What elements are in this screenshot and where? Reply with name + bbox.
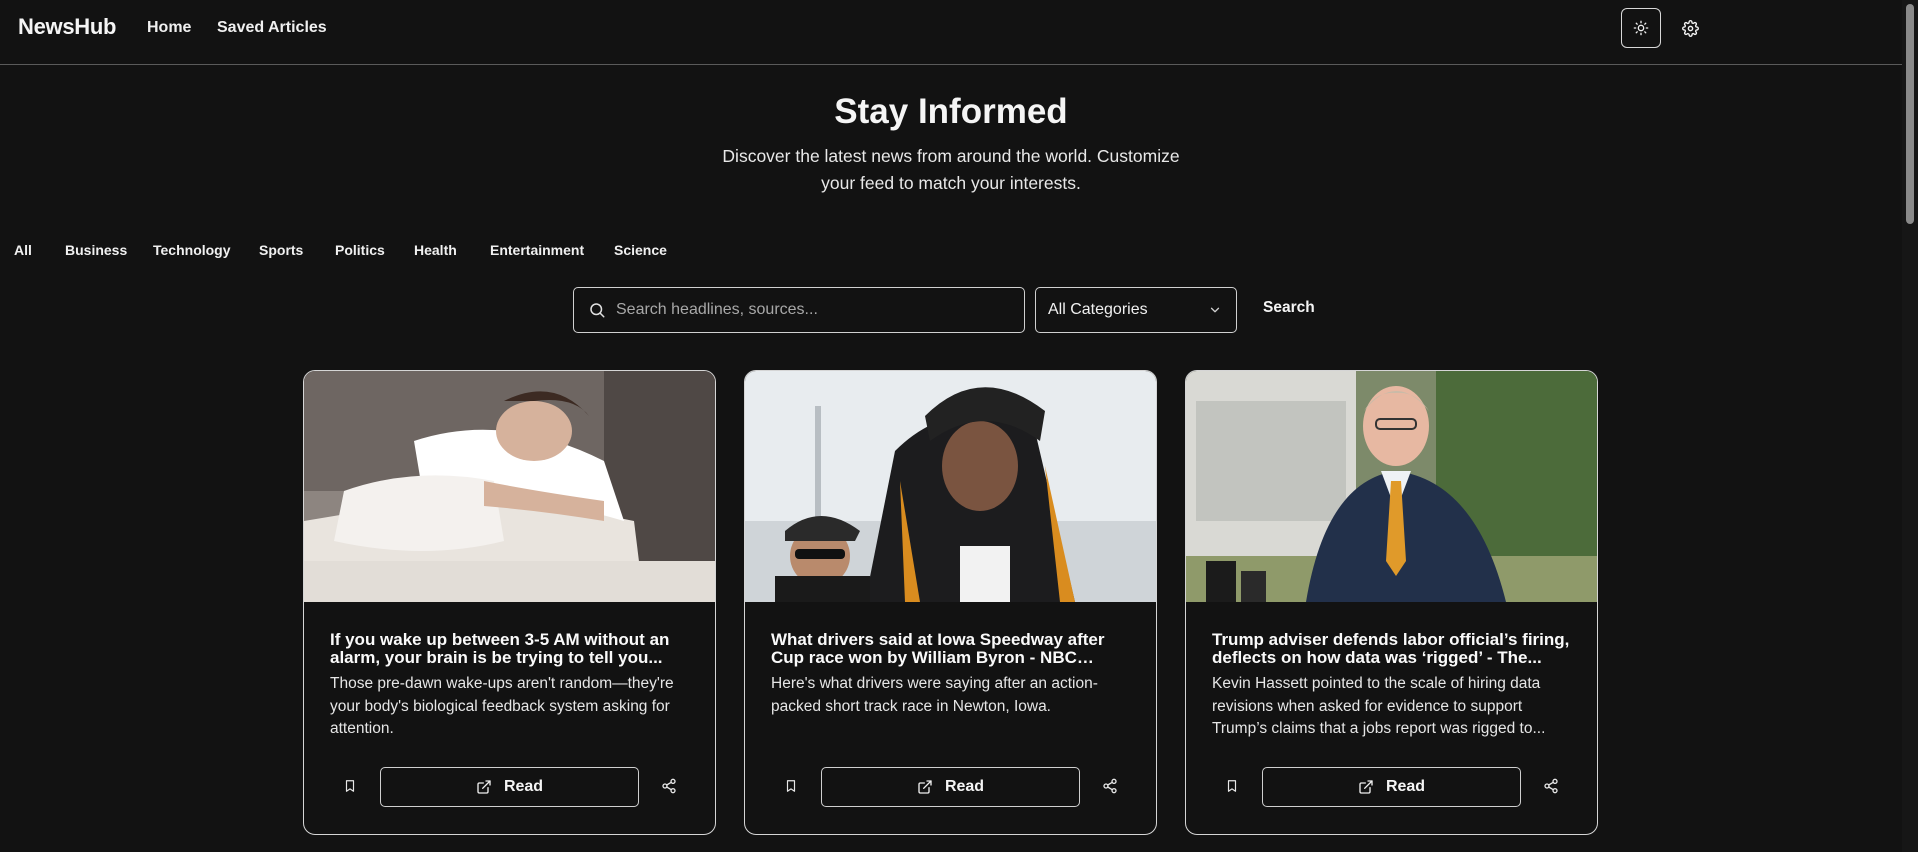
- tab-health[interactable]: Health: [414, 242, 457, 258]
- share-button[interactable]: [659, 776, 679, 796]
- read-button[interactable]: Read: [380, 767, 639, 807]
- external-link-icon: [1358, 779, 1374, 795]
- search-input[interactable]: [616, 301, 1006, 319]
- tab-science[interactable]: Science: [614, 242, 667, 258]
- read-button[interactable]: Read: [1262, 767, 1521, 807]
- article-image[interactable]: [1186, 371, 1597, 602]
- read-button[interactable]: Read: [821, 767, 1080, 807]
- read-button-label: Read: [1385, 778, 1426, 795]
- article-card: Trump adviser defends labor official’s f…: [1185, 370, 1598, 835]
- theme-toggle-button[interactable]: [1621, 8, 1661, 48]
- category-select[interactable]: All Categories: [1035, 287, 1237, 333]
- share-icon: [1543, 778, 1559, 794]
- nav-saved-articles-link[interactable]: Saved Articles: [217, 19, 327, 37]
- share-icon: [661, 778, 677, 794]
- article-description: Kevin Hassett pointed to the scale of hi…: [1212, 675, 1546, 737]
- share-icon: [1102, 778, 1118, 794]
- top-navbar: NewsHub Home Saved Articles: [0, 0, 1902, 65]
- settings-button[interactable]: [1676, 14, 1704, 42]
- bookmark-icon: [343, 778, 357, 794]
- article-image[interactable]: [745, 371, 1156, 602]
- bookmark-button[interactable]: [781, 776, 801, 796]
- external-link-icon: [917, 779, 933, 795]
- chevron-down-icon: [1208, 303, 1222, 317]
- share-button[interactable]: [1100, 776, 1120, 796]
- sun-icon: [1633, 20, 1649, 36]
- read-button-label: Read: [944, 778, 985, 795]
- bookmark-button[interactable]: [1222, 776, 1242, 796]
- read-button-label: Read: [503, 778, 544, 795]
- search-button[interactable]: Search: [1263, 299, 1315, 317]
- bookmark-icon: [1225, 778, 1239, 794]
- category-select-value: All Categories: [1048, 301, 1148, 318]
- bookmark-icon: [784, 778, 798, 794]
- tab-politics[interactable]: Politics: [335, 242, 385, 258]
- share-button[interactable]: [1541, 776, 1561, 796]
- article-title[interactable]: What drivers said at Iowa Speedway after…: [771, 631, 1131, 667]
- gear-icon: [1681, 19, 1699, 37]
- article-image[interactable]: [304, 371, 715, 602]
- hero-subtitle: Discover the latest news from around the…: [722, 146, 1180, 193]
- brand-logo[interactable]: NewsHub: [18, 14, 116, 40]
- tab-technology[interactable]: Technology: [153, 242, 231, 258]
- search-field[interactable]: [573, 287, 1025, 333]
- article-card: What drivers said at Iowa Speedway after…: [744, 370, 1157, 835]
- tab-entertainment[interactable]: Entertainment: [490, 242, 584, 258]
- tab-business[interactable]: Business: [65, 242, 127, 258]
- article-description: Here's what drivers were saying after an…: [771, 675, 1098, 715]
- external-link-icon: [476, 779, 492, 795]
- article-card: If you wake up between 3-5 AM without an…: [303, 370, 716, 835]
- search-icon: [588, 301, 606, 319]
- scrollbar-thumb[interactable]: [1906, 4, 1914, 224]
- article-description: Those pre-dawn wake-ups aren't random—th…: [330, 675, 674, 737]
- hero-title: Stay Informed: [834, 92, 1068, 131]
- article-title[interactable]: Trump adviser defends labor official’s f…: [1212, 631, 1572, 667]
- tab-all[interactable]: All: [14, 242, 32, 258]
- tab-sports[interactable]: Sports: [259, 242, 303, 258]
- bookmark-button[interactable]: [340, 776, 360, 796]
- article-title[interactable]: If you wake up between 3-5 AM without an…: [330, 631, 690, 667]
- nav-home-link[interactable]: Home: [147, 19, 191, 37]
